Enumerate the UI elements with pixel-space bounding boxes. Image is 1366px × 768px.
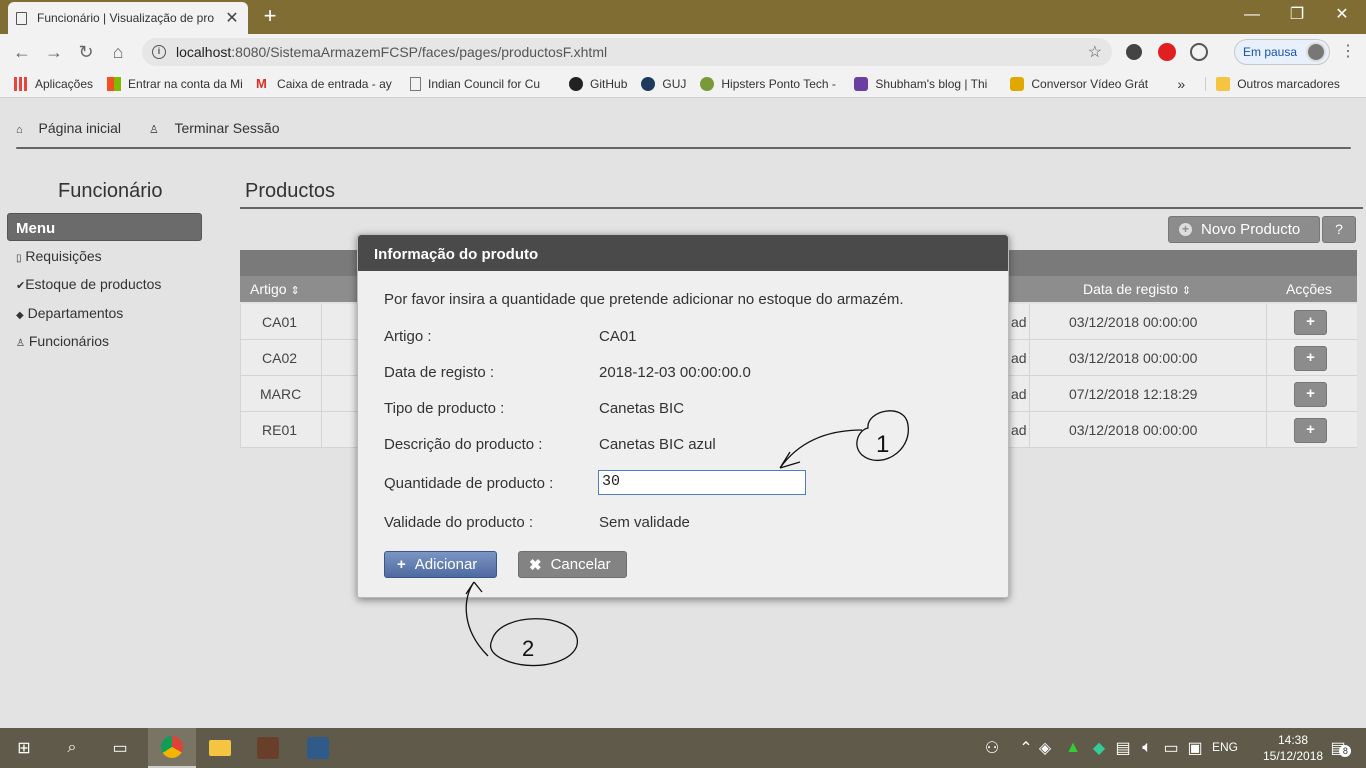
notification-count: 8 (1339, 745, 1352, 757)
dropbox-icon[interactable]: ◈ (1030, 728, 1060, 768)
clock-date: 15/12/2018 (1263, 749, 1324, 763)
app-taskbar-icon[interactable] (244, 728, 292, 768)
task-view-icon[interactable]: ▭ (96, 728, 144, 768)
windows-taskbar: ⊞ ⌕ ▭ ⚇ ⌃ ◈ ▲ ◆ ▤ 🔈︎ ▭ ▣ ENG 14:38 15/12… (0, 728, 1366, 768)
notifications-icon[interactable]: ▤ 8 (1318, 728, 1358, 768)
chrome-taskbar-icon[interactable] (148, 728, 196, 768)
annotation-mark-2: 2 (522, 636, 534, 661)
annotation-arrow-1 (779, 429, 863, 469)
language-indicator[interactable]: ENG (1212, 740, 1238, 754)
windows-start-icon[interactable]: ⊞ (0, 728, 48, 768)
annotation-arrow-2 (465, 581, 489, 657)
file-explorer-icon[interactable] (196, 728, 244, 768)
mysql-workbench-icon[interactable] (294, 728, 342, 768)
display-icon[interactable]: ▣ (1180, 728, 1210, 768)
clock[interactable]: 14:38 15/12/2018 (1263, 732, 1323, 764)
search-icon[interactable]: ⌕ (48, 728, 96, 768)
clock-time: 14:38 (1277, 733, 1309, 747)
annotation-layer: 1 2 (465, 410, 909, 667)
annotation-mark-1: 1 (876, 431, 889, 458)
